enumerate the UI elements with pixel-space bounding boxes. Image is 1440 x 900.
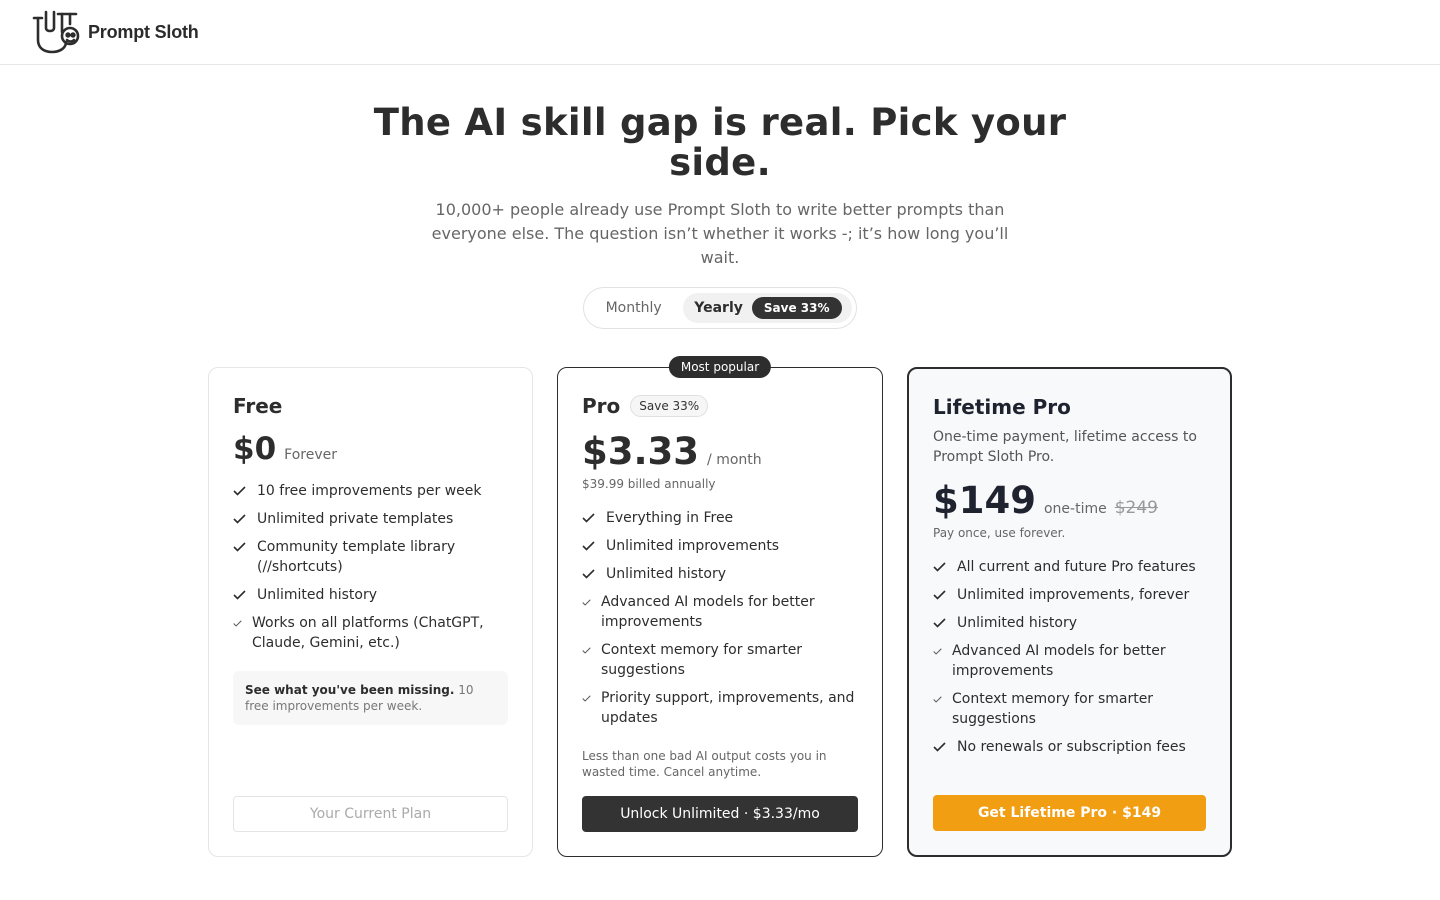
feature-text: All current and future Pro features — [957, 559, 1196, 575]
feature-text: Advanced AI models for better improvemen… — [952, 643, 1166, 679]
feature-text: Everything in Free — [606, 510, 734, 526]
plan-description: One-time payment, lifetime access to Pro… — [933, 429, 1197, 465]
billing-option-yearly-label: Yearly — [694, 300, 743, 316]
upsell-notice: See what you've been missing. 10 free im… — [233, 671, 508, 725]
check-icon — [933, 641, 943, 661]
savings-tag: Save 33% — [630, 395, 709, 417]
feature-text: Advanced AI models for better improvemen… — [601, 594, 815, 630]
plan-price: $0 — [233, 431, 277, 467]
yearly-savings-badge: Save 33% — [751, 297, 842, 319]
plan-card-free: Free $0 Forever 10 free improvements per… — [208, 367, 533, 857]
get-lifetime-pro-button[interactable]: Get Lifetime Pro · $149 — [933, 795, 1206, 831]
check-icon — [233, 613, 243, 633]
page-subtitle: 10,000+ people already use Prompt Sloth … — [431, 200, 1009, 267]
price-row: $3.33 / month — [582, 430, 858, 473]
feature-text: Unlimited private templates — [257, 511, 454, 527]
price-suffix: Forever — [284, 447, 337, 463]
check-icon — [582, 592, 592, 612]
plan-name-row: Pro Save 33% — [582, 394, 858, 418]
brand-name: Prompt Sloth — [88, 21, 199, 42]
plan-name: Lifetime Pro — [933, 395, 1071, 419]
check-icon — [582, 564, 596, 584]
pro-plan-note: Less than one bad AI output costs you in… — [582, 749, 827, 779]
feature-text: Community template library (//shortcuts) — [257, 539, 456, 575]
feature-list: 10 free improvements per week Unlimited … — [233, 481, 508, 653]
feature-text: Unlimited improvements — [606, 538, 780, 554]
check-icon — [582, 688, 592, 708]
feature-item: Priority support, improvements, and upda… — [582, 688, 858, 728]
feature-item: 10 free improvements per week — [233, 481, 508, 501]
feature-item: No renewals or subscription fees — [933, 737, 1206, 757]
plan-name: Free — [233, 394, 283, 418]
original-price: $249 — [1114, 498, 1158, 518]
top-bar: Prompt Sloth — [0, 0, 1440, 65]
check-icon — [233, 537, 247, 557]
feature-item: Advanced AI models for better improvemen… — [933, 641, 1206, 681]
feature-text: Context memory for smarter suggestions — [952, 691, 1154, 727]
check-icon — [582, 536, 596, 556]
sloth-logo-icon — [32, 10, 80, 54]
billing-toggle: Monthly Yearly Save 33% — [583, 287, 857, 329]
billing-option-yearly[interactable]: Yearly Save 33% — [683, 293, 852, 323]
plan-price: $149 — [933, 479, 1036, 522]
check-icon — [233, 481, 247, 501]
price-suffix: / month — [707, 452, 762, 468]
feature-item: Unlimited improvements, forever — [933, 585, 1206, 605]
billing-note: Pay once, use forever. — [933, 526, 1066, 540]
hero: The AI skill gap is real. Pick your side… — [0, 103, 1440, 329]
feature-text: Works on all platforms (ChatGPT, Claude,… — [252, 615, 484, 651]
feature-list: Everything in Free Unlimited improvement… — [582, 508, 858, 728]
price-row: $149 one-time $249 — [933, 479, 1206, 522]
feature-text: 10 free improvements per week — [257, 483, 482, 499]
feature-item: Unlimited private templates — [233, 509, 508, 529]
billing-note: $39.99 billed annually — [582, 477, 716, 491]
billing-option-monthly[interactable]: Monthly — [588, 300, 679, 316]
plan-name: Pro — [582, 394, 621, 418]
check-icon — [233, 585, 247, 605]
feature-item: All current and future Pro features — [933, 557, 1206, 577]
feature-item: Everything in Free — [582, 508, 858, 528]
feature-text: Unlimited history — [606, 566, 727, 582]
price-row: $0 Forever — [233, 431, 508, 467]
plan-card-pro: Most popular Pro Save 33% $3.33 / month … — [557, 356, 883, 857]
check-icon — [933, 557, 947, 577]
feature-item: Advanced AI models for better improvemen… — [582, 592, 858, 632]
feature-item: Unlimited history — [582, 564, 858, 584]
feature-text: Context memory for smarter suggestions — [601, 642, 803, 678]
price-suffix: one-time — [1043, 501, 1107, 517]
check-icon — [933, 585, 947, 605]
plan-price: $3.33 — [582, 430, 700, 473]
brand-logo[interactable]: Prompt Sloth — [32, 10, 199, 54]
feature-item: Works on all platforms (ChatGPT, Claude,… — [233, 613, 508, 653]
pricing-cards: Free $0 Forever 10 free improvements per… — [208, 356, 1232, 857]
page-title: The AI skill gap is real. Pick your side… — [373, 101, 1067, 184]
feature-text: No renewals or subscription fees — [957, 739, 1186, 755]
check-icon — [933, 689, 943, 709]
plan-card-lifetime: Lifetime Pro One-time payment, lifetime … — [907, 367, 1232, 857]
feature-text: Unlimited improvements, forever — [957, 587, 1190, 603]
feature-text: Unlimited history — [957, 615, 1078, 631]
unlock-unlimited-button[interactable]: Unlock Unlimited · $3.33/mo — [582, 796, 858, 832]
feature-text: Unlimited history — [257, 587, 378, 603]
check-icon — [233, 509, 247, 529]
check-icon — [933, 613, 947, 633]
feature-item: Context memory for smarter suggestions — [933, 689, 1206, 729]
feature-list: All current and future Pro features Unli… — [933, 557, 1206, 757]
current-plan-button[interactable]: Your Current Plan — [233, 796, 508, 832]
check-icon — [582, 508, 596, 528]
feature-text: Priority support, improvements, and upda… — [601, 690, 855, 726]
upsell-notice-title: See what you've been missing. — [245, 683, 455, 697]
check-icon — [933, 737, 947, 757]
feature-item: Context memory for smarter suggestions — [582, 640, 858, 680]
check-icon — [582, 640, 592, 660]
feature-item: Unlimited history — [233, 585, 508, 605]
feature-item: Unlimited history — [933, 613, 1206, 633]
feature-item: Unlimited improvements — [582, 536, 858, 556]
most-popular-badge: Most popular — [668, 356, 772, 378]
feature-item: Community template library (//shortcuts) — [233, 537, 508, 577]
